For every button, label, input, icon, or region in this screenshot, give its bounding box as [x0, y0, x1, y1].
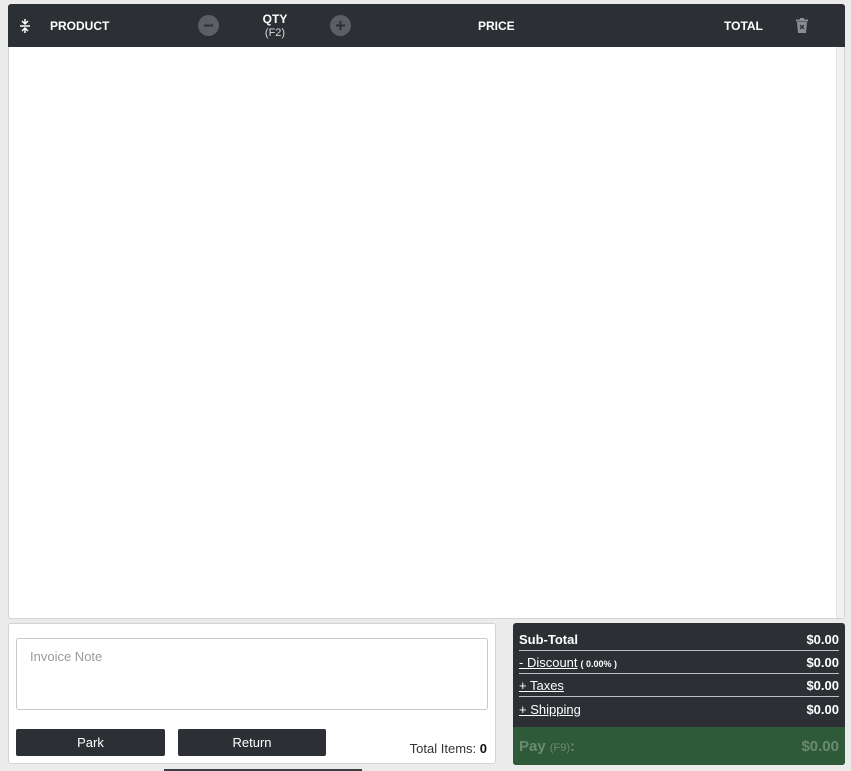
subtotal-row: Sub-Total $0.00	[519, 629, 839, 651]
taxes-row: + Taxes $0.00	[519, 675, 839, 697]
cart-scrollbar[interactable]	[836, 47, 844, 618]
total-items: Total Items: 0	[410, 741, 487, 756]
shipping-value: $0.00	[806, 701, 839, 717]
total-items-label: Total Items:	[409, 741, 477, 756]
expand-collapse-icon[interactable]	[18, 4, 32, 47]
pay-colon: :	[570, 737, 576, 755]
total-items-value: 0	[479, 741, 487, 756]
pay-amount: $0.00	[801, 737, 839, 755]
discount-link[interactable]: - Discount	[519, 655, 578, 670]
pay-label-group: Pay (F9):	[519, 738, 575, 755]
discount-percent: ( 0.00% )	[580, 659, 618, 669]
qty-decrease-button[interactable]	[198, 4, 219, 47]
pay-shortcut: (F9)	[549, 741, 571, 754]
column-header-price: PRICE	[478, 18, 515, 33]
return-button[interactable]: Return	[178, 729, 326, 756]
qty-shortcut-label: (F2)	[264, 26, 286, 39]
shipping-link[interactable]: + Shipping	[519, 702, 581, 717]
subtotal-value: $0.00	[806, 632, 839, 647]
column-header-qty: QTY (F2)	[258, 4, 292, 47]
column-header-product: PRODUCT	[50, 18, 110, 33]
notes-panel: Park Return Total Items: 0	[8, 623, 496, 764]
cart-panel: PRODUCT QTY (F2) PRICE TOTAL	[8, 4, 845, 619]
shipping-row: + Shipping $0.00	[519, 698, 839, 720]
column-header-total: TOTAL	[724, 18, 763, 33]
cart-header: PRODUCT QTY (F2) PRICE TOTAL	[8, 4, 845, 47]
qty-header-label: QTY	[262, 11, 288, 26]
invoice-note-input[interactable]	[16, 638, 488, 710]
pay-label: Pay	[519, 737, 546, 755]
discount-row: - Discount( 0.00% ) $0.00	[519, 652, 839, 674]
pay-button[interactable]: Pay (F9): $0.00	[513, 727, 845, 765]
plus-circle-icon	[330, 15, 351, 36]
qty-increase-button[interactable]	[330, 4, 351, 47]
minus-circle-icon	[198, 15, 219, 36]
subtotal-label: Sub-Total	[519, 632, 578, 647]
discount-group: - Discount( 0.00% )	[519, 655, 617, 670]
trash-icon[interactable]	[796, 4, 808, 47]
totals-panel: Sub-Total $0.00 - Discount( 0.00% ) $0.0…	[513, 623, 845, 765]
taxes-link[interactable]: + Taxes	[519, 678, 564, 693]
discount-value: $0.00	[806, 655, 839, 670]
park-button[interactable]: Park	[16, 729, 165, 756]
taxes-value: $0.00	[806, 678, 839, 693]
